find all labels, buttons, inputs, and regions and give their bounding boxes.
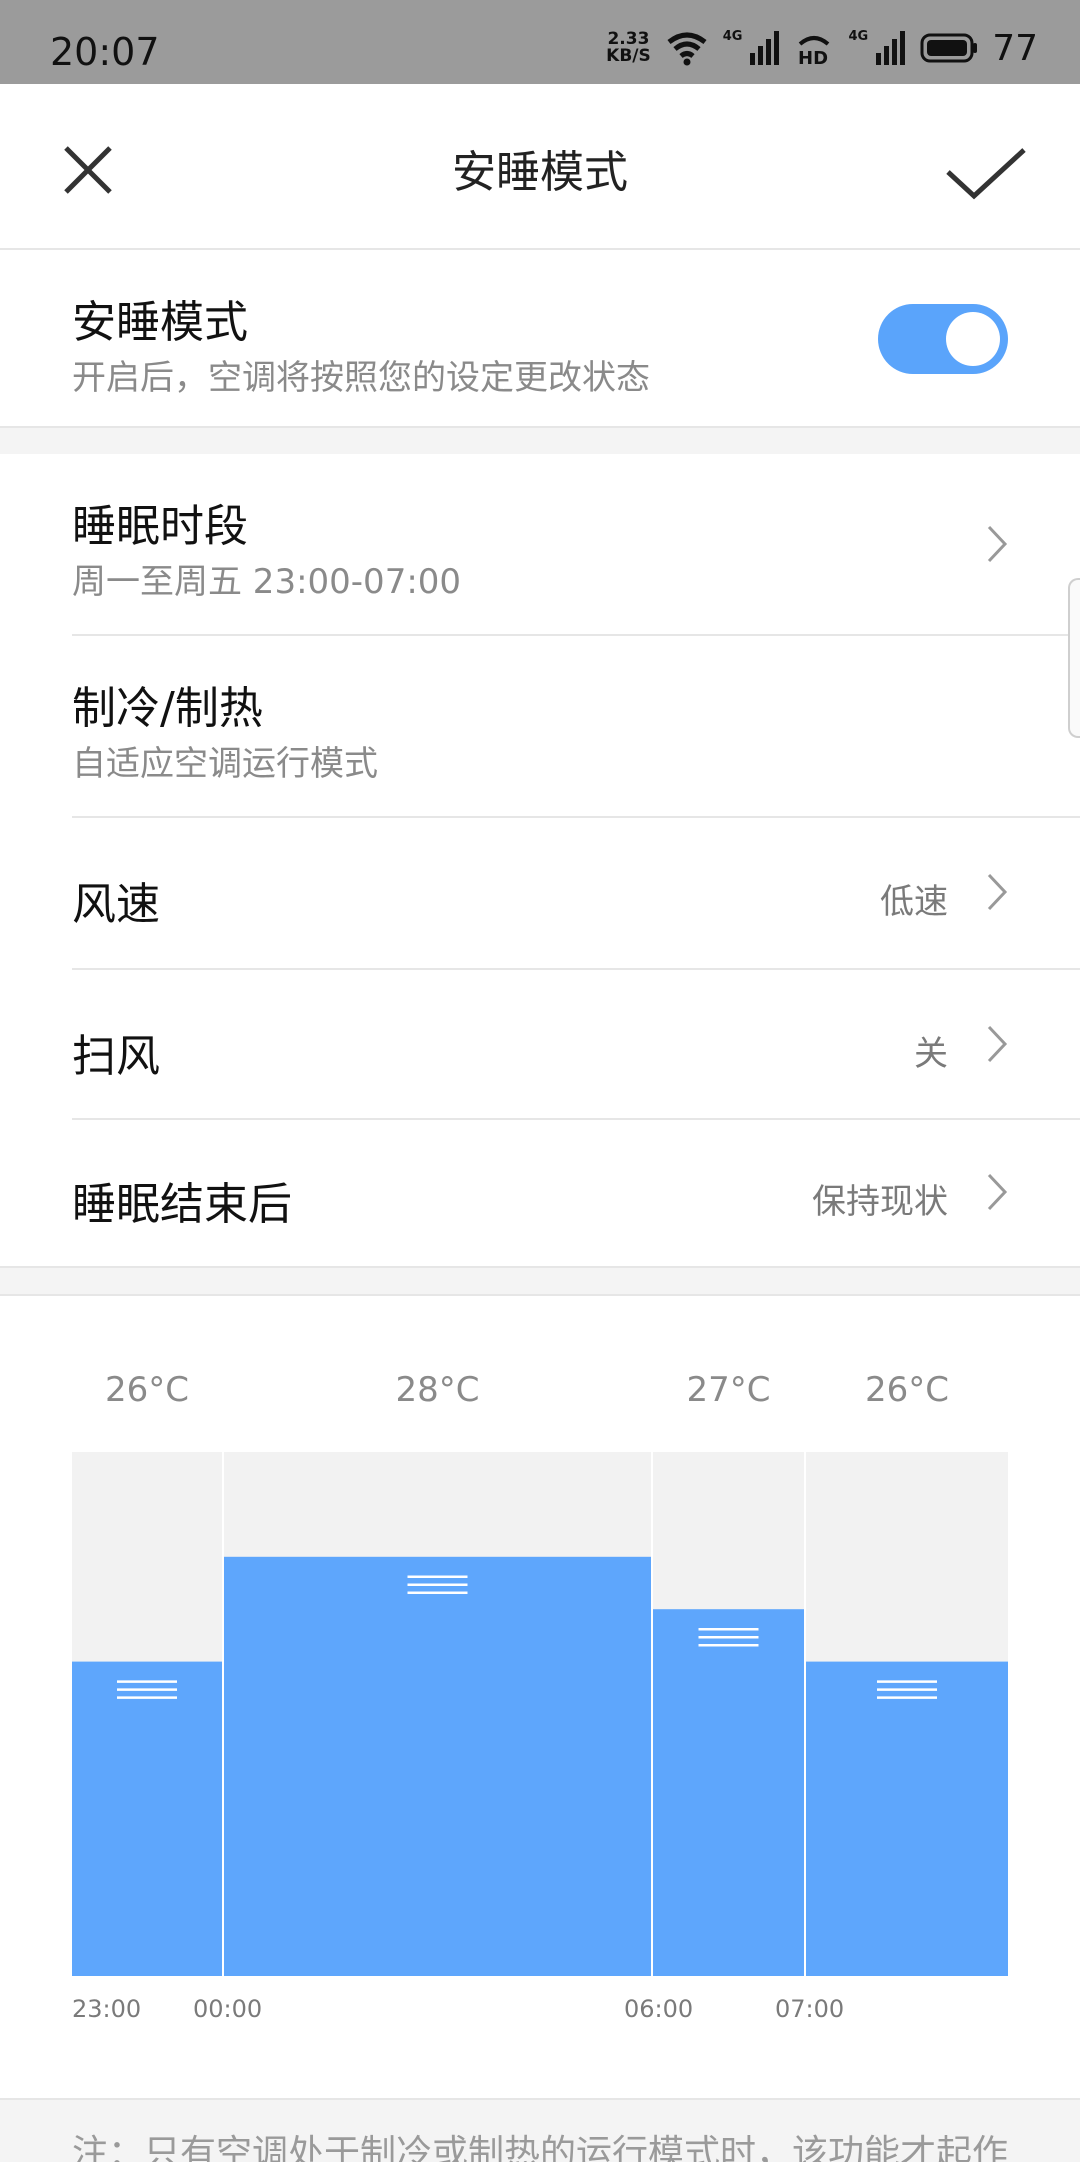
temperature-bar-3[interactable] — [806, 1661, 1008, 1976]
status-bar: 20:07 2.33 KB/S 4G HD 4G 77 — [0, 0, 1080, 84]
side-drawer-handle[interactable] — [1068, 578, 1080, 738]
chevron-right-icon — [987, 525, 1008, 563]
network-type-2: 4G — [848, 28, 869, 44]
cool-heat-description: 自适应空调运行模式 — [72, 744, 378, 784]
sleep-mode-description: 开启后，空调将按照您的设定更改状态 — [72, 358, 650, 398]
status-icons: 2.33 KB/S 4G HD 4G 77 — [606, 26, 1038, 70]
sleep-period-row[interactable]: 睡眠时段 周一至周五 23:00-07:00 — [0, 454, 1080, 634]
check-icon[interactable] — [944, 138, 1028, 202]
chevron-right-icon — [987, 873, 1008, 911]
temperature-value-label: 26°C — [104, 1370, 189, 1410]
battery-icon — [920, 33, 978, 63]
swing-value: 关 — [914, 1034, 948, 1074]
hd-label: HD — [798, 48, 828, 66]
temperature-value-label: 27°C — [686, 1370, 771, 1410]
net-speed: 2.33 KB/S — [606, 31, 651, 65]
signal-icon-2 — [876, 31, 906, 65]
temperature-chart-svg[interactable] — [0, 1296, 1080, 2096]
battery-level: 77 — [992, 27, 1038, 69]
footer-note: 注：只有空调处于制冷或制热的运行模式时，该功能才起作 — [0, 2098, 1080, 2162]
temperature-value-label: 26°C — [864, 1370, 949, 1410]
wifi-icon — [667, 32, 707, 66]
time-tick-label: 00:00 — [193, 1995, 263, 2023]
hd-call-icon: HD — [798, 36, 830, 66]
swing-label: 扫风 — [72, 1031, 160, 1082]
app-header: 安睡模式 — [0, 84, 1080, 250]
section-gap — [0, 1266, 1080, 1296]
sleep-period-value: 周一至周五 23:00-07:00 — [72, 562, 462, 602]
network-type-1: 4G — [722, 28, 743, 44]
time-tick-label: 06:00 — [624, 1995, 694, 2023]
sleep-mode-label: 安睡模式 — [72, 297, 248, 348]
footer-note-text: 注：只有空调处于制冷或制热的运行模式时，该功能才起作 — [72, 2133, 1009, 2162]
temperature-value-label: 28°C — [395, 1370, 480, 1410]
temperature-bar-2[interactable] — [653, 1609, 804, 1976]
swing-row[interactable]: 扫风 关 — [0, 970, 1080, 1120]
fan-speed-label: 风速 — [72, 879, 160, 930]
time-tick-label: 23:00 — [72, 1995, 142, 2023]
sleep-mode-toggle[interactable] — [878, 304, 1008, 374]
net-speed-unit: KB/S — [606, 46, 651, 66]
settings-list: 睡眠时段 周一至周五 23:00-07:00 制冷/制热 自适应空调运行模式 风… — [0, 454, 1080, 1264]
chevron-right-icon — [987, 1025, 1008, 1063]
status-time: 20:07 — [50, 30, 160, 74]
signal-icon — [750, 31, 780, 65]
time-tick-label: 07:00 — [775, 1995, 845, 2023]
temperature-bar-0[interactable] — [72, 1661, 222, 1976]
cool-heat-label: 制冷/制热 — [72, 683, 263, 734]
fan-speed-row[interactable]: 风速 低速 — [0, 818, 1080, 968]
sleep-period-label: 睡眠时段 — [72, 501, 248, 552]
cool-heat-row: 制冷/制热 自适应空调运行模式 — [0, 636, 1080, 816]
toggle-knob — [946, 312, 1000, 366]
temperature-bar-1[interactable] — [224, 1556, 651, 1976]
fan-speed-value: 低速 — [880, 882, 948, 922]
after-sleep-label: 睡眠结束后 — [72, 1179, 292, 1230]
chevron-right-icon — [987, 1173, 1008, 1211]
page-title: 安睡模式 — [452, 147, 628, 198]
after-sleep-value: 保持现状 — [812, 1182, 948, 1222]
temperature-chart — [0, 1296, 1080, 2096]
after-sleep-row[interactable]: 睡眠结束后 保持现状 — [0, 1120, 1080, 1264]
section-gap — [0, 426, 1080, 456]
